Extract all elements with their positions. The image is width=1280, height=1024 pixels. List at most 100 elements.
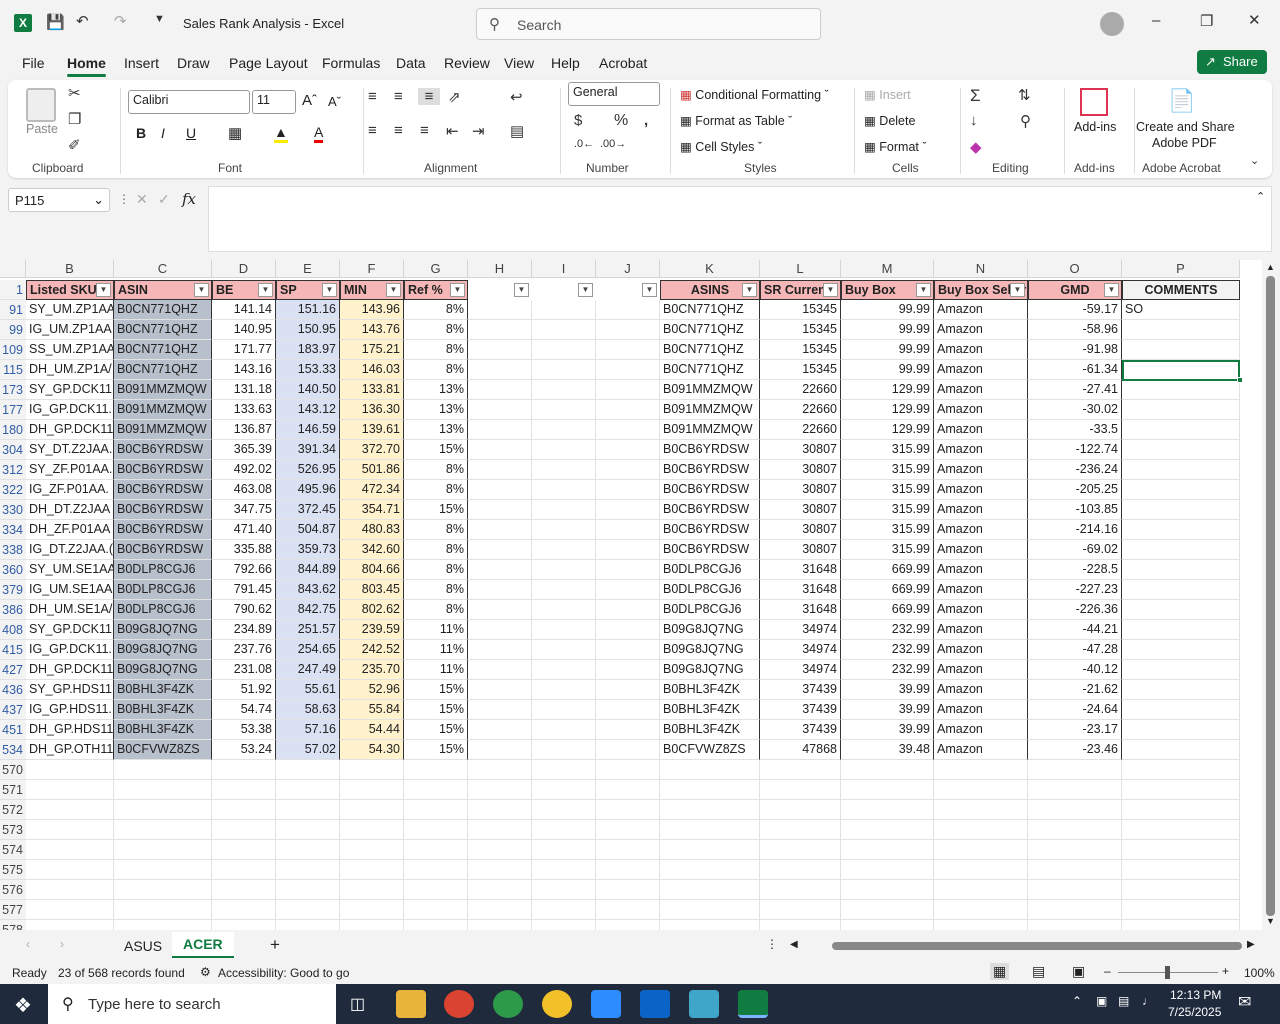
table-cell[interactable]: 30807	[760, 440, 841, 460]
table-cell[interactable]: 237.76	[212, 640, 276, 660]
italic-icon[interactable]: I	[161, 125, 165, 141]
column-header-N[interactable]: N	[934, 260, 1028, 278]
filter-dropdown-icon[interactable]: ▼	[514, 283, 529, 297]
table-cell[interactable]: 183.97	[276, 340, 340, 360]
merge-center-icon[interactable]: ▤	[510, 122, 524, 140]
table-cell[interactable]: 354.71	[340, 500, 404, 520]
table-cell[interactable]: 335.88	[212, 540, 276, 560]
table-cell[interactable]: 8%	[404, 560, 468, 580]
table-cell[interactable]: SY_GP.DCK11.	[26, 380, 114, 400]
filter-dropdown-icon[interactable]: ▼	[258, 283, 273, 297]
table-cell[interactable]	[532, 580, 596, 600]
table-cell[interactable]: SO	[1122, 300, 1240, 320]
table-cell[interactable]: B0CB6YRDSW	[114, 440, 212, 460]
table-cell[interactable]	[760, 920, 841, 930]
column-header-M[interactable]: M	[841, 260, 934, 278]
conditional-formatting-button[interactable]: ▦ Conditional Formatting ˇ	[680, 87, 829, 102]
table-cell[interactable]: B09G8JQ7NG	[114, 620, 212, 640]
table-cell[interactable]: 842.75	[276, 600, 340, 620]
table-cell[interactable]: 57.02	[276, 740, 340, 760]
clock-time[interactable]: 12:13 PM	[1170, 988, 1221, 1002]
table-cell[interactable]	[532, 660, 596, 680]
table-cell[interactable]	[660, 760, 760, 780]
table-cell[interactable]	[114, 880, 212, 900]
table-cell[interactable]: 495.96	[276, 480, 340, 500]
tab-file[interactable]: File	[22, 55, 45, 71]
table-cell[interactable]: 13%	[404, 420, 468, 440]
align-top-icon[interactable]: ≡	[368, 88, 377, 105]
table-cell[interactable]: 55.84	[340, 700, 404, 720]
table-cell[interactable]	[468, 680, 532, 700]
table-cell[interactable]	[26, 900, 114, 920]
tab-insert[interactable]: Insert	[124, 55, 159, 71]
table-cell[interactable]	[934, 760, 1028, 780]
table-cell[interactable]: 8%	[404, 580, 468, 600]
table-cell[interactable]	[1122, 660, 1240, 680]
sheet-tab-asus[interactable]: ASUS	[124, 938, 162, 954]
table-cell[interactable]: IG_GP.DCK11.	[26, 400, 114, 420]
table-cell[interactable]	[468, 360, 532, 380]
table-cell[interactable]: 247.49	[276, 660, 340, 680]
table-cell[interactable]	[212, 760, 276, 780]
table-cell[interactable]: 315.99	[841, 540, 934, 560]
table-cell[interactable]: B0DLP8CGJ6	[660, 600, 760, 620]
table-cell[interactable]	[1122, 920, 1240, 930]
filter-dropdown-icon[interactable]: ▼	[642, 283, 657, 297]
table-cell[interactable]	[1122, 400, 1240, 420]
table-cell[interactable]	[760, 900, 841, 920]
table-cell[interactable]	[532, 400, 596, 420]
table-cell[interactable]	[596, 580, 660, 600]
table-cell[interactable]	[340, 880, 404, 900]
filter-dropdown-icon[interactable]: ▼	[450, 283, 465, 297]
table-cell[interactable]: B0CN771QHZ	[114, 300, 212, 320]
tab-formulas[interactable]: Formulas	[322, 55, 380, 71]
formula-input[interactable]	[208, 186, 1272, 252]
next-sheet-icon[interactable]: ›	[60, 937, 64, 951]
row-header[interactable]: 451	[0, 720, 26, 740]
table-cell[interactable]: 232.99	[841, 620, 934, 640]
table-cell[interactable]	[468, 420, 532, 440]
table-cell[interactable]	[532, 860, 596, 880]
table-cell[interactable]	[532, 500, 596, 520]
table-cell[interactable]	[1028, 860, 1122, 880]
table-cell[interactable]: 347.75	[212, 500, 276, 520]
table-cell[interactable]	[212, 820, 276, 840]
fill-handle[interactable]	[1237, 377, 1243, 383]
table-cell[interactable]: 235.70	[340, 660, 404, 680]
row-header[interactable]: 574	[0, 840, 26, 860]
table-cell[interactable]	[596, 840, 660, 860]
table-cell[interactable]: Amazon	[934, 460, 1028, 480]
table-cell[interactable]: Amazon	[934, 600, 1028, 620]
table-cell[interactable]	[596, 700, 660, 720]
close-icon[interactable]: ✕	[1248, 11, 1261, 29]
align-middle-icon[interactable]: ≡	[394, 88, 403, 105]
table-cell[interactable]: SS_UM.ZP1AA	[26, 340, 114, 360]
table-cell[interactable]	[532, 520, 596, 540]
table-cell[interactable]	[532, 340, 596, 360]
name-box[interactable]: P115 ⌄	[8, 188, 110, 212]
table-cell[interactable]: Amazon	[934, 560, 1028, 580]
align-center-icon[interactable]: ≡	[394, 122, 403, 139]
table-cell[interactable]: 232.99	[841, 660, 934, 680]
table-cell[interactable]	[404, 920, 468, 930]
table-cell[interactable]	[1122, 540, 1240, 560]
scroll-right-icon[interactable]: ▶	[1247, 939, 1255, 950]
table-cell[interactable]	[468, 800, 532, 820]
table-cell[interactable]	[596, 640, 660, 660]
table-cell[interactable]: DH_GP.HDS11	[26, 720, 114, 740]
table-cell[interactable]: -24.64	[1028, 700, 1122, 720]
table-cell[interactable]: -69.02	[1028, 540, 1122, 560]
table-cell[interactable]: 315.99	[841, 480, 934, 500]
column-header-G[interactable]: G	[404, 260, 468, 278]
table-cell[interactable]: 669.99	[841, 580, 934, 600]
table-cell[interactable]	[596, 600, 660, 620]
table-cell[interactable]: IG_UM.SE1AA	[26, 580, 114, 600]
table-cell[interactable]: 15%	[404, 740, 468, 760]
table-cell[interactable]	[404, 900, 468, 920]
table-cell[interactable]	[841, 880, 934, 900]
table-cell[interactable]	[468, 880, 532, 900]
table-cell[interactable]: 129.99	[841, 380, 934, 400]
tab-help[interactable]: Help	[551, 55, 580, 71]
number-format-select[interactable]: General	[568, 82, 660, 106]
table-cell[interactable]: 239.59	[340, 620, 404, 640]
